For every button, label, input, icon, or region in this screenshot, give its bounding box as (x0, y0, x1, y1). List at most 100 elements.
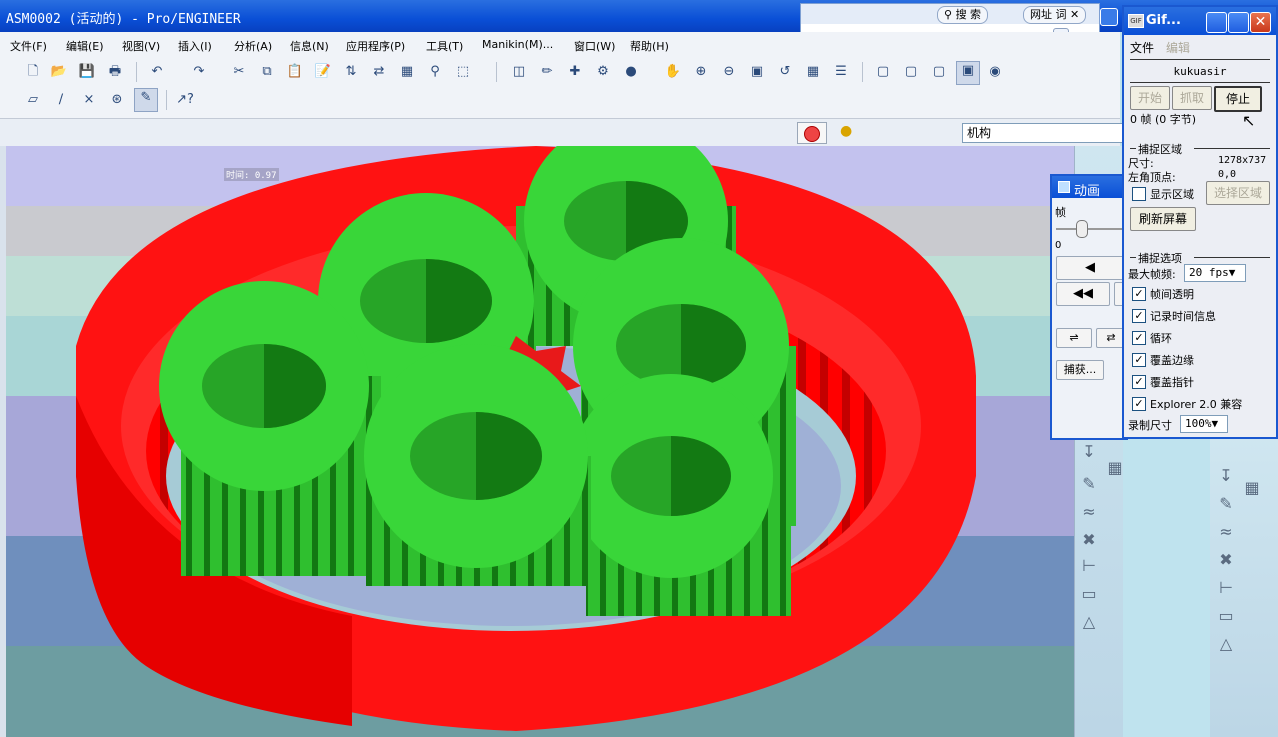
rewind-button[interactable]: ◀◀ (1056, 282, 1110, 306)
menu-applications[interactable]: 应用程序(P) (346, 38, 405, 54)
mouse-cursor-icon: ↖ (1242, 111, 1256, 130)
search-tool-icon[interactable]: ⚲ (426, 63, 444, 81)
layers-icon[interactable]: ☰ (832, 63, 850, 81)
zoom-in-icon[interactable]: ⊕ (692, 63, 710, 81)
model-display-icon[interactable]: ◉ (986, 63, 1004, 81)
wireframe-icon[interactable]: ▢ (874, 63, 892, 81)
option-checkbox-2[interactable]: ✓ (1132, 331, 1146, 345)
copy-icon[interactable]: ⧉ (258, 63, 276, 81)
datum-csys-icon[interactable]: ⊛ (108, 91, 126, 109)
no-hidden-icon[interactable]: ▢ (930, 63, 948, 81)
pan-hand-icon[interactable]: ✋ (664, 63, 682, 81)
model-tree-icon[interactable]: ▦ (398, 63, 416, 81)
menu-view[interactable]: 视图(V) (122, 38, 160, 54)
refresh-screen-button[interactable]: 刷新屏幕 (1130, 207, 1196, 231)
paste-special-icon[interactable]: 📝 (314, 63, 332, 81)
refit-icon[interactable]: ▣ (748, 63, 766, 81)
menu-edit[interactable]: 编辑(E) (66, 38, 104, 54)
frame-slider-track[interactable] (1056, 228, 1122, 230)
grid-icon[interactable]: ▦ (1242, 478, 1262, 498)
spring-icon[interactable]: ≈ (1079, 502, 1099, 522)
force-icon[interactable]: ⊢ (1216, 578, 1236, 598)
option-checkbox-4[interactable]: ✓ (1132, 375, 1146, 389)
axis-icon[interactable]: ✚ (566, 63, 584, 81)
undo-icon[interactable]: ↶ (148, 63, 166, 81)
close-button[interactable]: ✕ (1250, 12, 1271, 33)
print-icon[interactable]: 🖶 (106, 63, 124, 81)
grab-button[interactable]: 抓取 (1172, 86, 1212, 110)
url-button[interactable]: 网址 词 ✕ (1023, 6, 1087, 24)
grid-icon[interactable]: ▦ (1105, 458, 1125, 478)
mass-property-icon[interactable]: △ (1216, 634, 1236, 654)
menu-window[interactable]: 窗口(W) (574, 38, 615, 54)
gear-assembly-model (76, 146, 976, 731)
regenerate-icon[interactable]: ⇅ (342, 63, 360, 81)
minimize-button[interactable] (1206, 12, 1227, 33)
force-icon[interactable]: ⊢ (1079, 556, 1099, 576)
damper-icon[interactable]: ✖ (1079, 530, 1099, 550)
initial-condition-icon[interactable]: ▭ (1216, 606, 1236, 626)
reorient-icon[interactable]: ↺ (776, 63, 794, 81)
servo-motor-icon[interactable]: ✎ (1216, 494, 1236, 514)
search-button[interactable]: ⚲ 搜 索 (937, 6, 989, 24)
annotation-icon[interactable]: ✎ (134, 88, 158, 112)
mass-property-icon[interactable]: △ (1079, 612, 1099, 632)
play-backward-button[interactable]: ◀ (1056, 256, 1124, 280)
gravity-icon[interactable]: ↧ (1079, 442, 1099, 462)
menu-file[interactable]: 文件(F) (10, 38, 47, 54)
servo-motor-icon[interactable]: ✎ (1079, 474, 1099, 494)
start-button[interactable]: 开始 (1130, 86, 1170, 110)
close-icon[interactable]: ✕ (1070, 8, 1079, 21)
maximize-button[interactable] (1100, 8, 1118, 26)
zoom-out-icon[interactable]: ⊖ (720, 63, 738, 81)
menu-tools[interactable]: 工具(T) (426, 38, 463, 54)
regen-manager-icon[interactable]: ⇄ (370, 63, 388, 81)
gif-menu-file[interactable]: 文件 (1130, 39, 1154, 56)
spring-icon[interactable]: ≈ (1216, 522, 1236, 542)
option-checkbox-5[interactable]: ✓ (1132, 397, 1146, 411)
option-checkbox-0[interactable]: ✓ (1132, 287, 1146, 301)
sketch-icon[interactable]: ✏ (538, 63, 556, 81)
redo-icon[interactable]: ↷ (190, 63, 208, 81)
datum-plane-icon[interactable]: ▱ (24, 91, 42, 109)
stop-regen-button[interactable] (797, 122, 827, 144)
shaded-icon[interactable]: ▣ (956, 61, 980, 85)
datum-axis-icon[interactable]: ∕ (52, 91, 70, 109)
datum-point-icon[interactable]: × (80, 91, 98, 109)
new-file-icon[interactable]: 🗋 (24, 63, 42, 81)
save-icon[interactable]: 💾 (78, 63, 96, 81)
shading-icon[interactable]: ● (622, 63, 640, 81)
repeat-button[interactable]: ⇌ (1056, 328, 1092, 348)
select-box-icon[interactable]: ⬚ (454, 63, 472, 81)
capture-button[interactable]: 捕获... (1056, 360, 1104, 380)
initial-condition-icon[interactable]: ▭ (1079, 584, 1099, 604)
paste-icon[interactable]: 📋 (286, 63, 304, 81)
window-icon[interactable]: ◫ (510, 63, 528, 81)
damper-icon[interactable]: ✖ (1216, 550, 1236, 570)
hidden-line-icon[interactable]: ▢ (902, 63, 920, 81)
frame-info: 0 帧 (0 字节) (1130, 113, 1197, 126)
max-fps-select[interactable]: 20 fps▼ (1184, 264, 1246, 282)
option-checkbox-1[interactable]: ✓ (1132, 309, 1146, 323)
menu-info[interactable]: 信息(N) (290, 38, 329, 54)
menu-analysis[interactable]: 分析(A) (234, 38, 272, 54)
saved-views-icon[interactable]: ▦ (804, 63, 822, 81)
show-area-checkbox[interactable] (1132, 187, 1146, 201)
gravity-icon[interactable]: ↧ (1216, 466, 1236, 486)
select-area-button[interactable]: 选择区域 (1206, 181, 1270, 205)
menu-insert[interactable]: 插入(I) (178, 38, 212, 54)
open-folder-icon[interactable]: 📂 (50, 63, 68, 81)
menu-help[interactable]: 帮助(H) (630, 38, 669, 54)
context-help-icon[interactable]: ↗? (176, 91, 194, 109)
datum-icon[interactable]: ⚙ (594, 63, 612, 81)
record-size-select[interactable]: 100%▼ (1180, 415, 1228, 433)
frame-slider-thumb[interactable] (1076, 220, 1088, 238)
stop-button[interactable]: 停止 (1214, 86, 1262, 112)
graphics-viewport[interactable]: 时间: 0.97 (6, 146, 1110, 737)
menu-manikin[interactable]: Manikin(M)... (482, 38, 553, 51)
option-checkbox-3[interactable]: ✓ (1132, 353, 1146, 367)
maximize-button[interactable] (1228, 12, 1249, 33)
gif-menu-edit[interactable]: 编辑 (1166, 39, 1190, 56)
cut-icon[interactable]: ✂ (230, 63, 248, 81)
mechanism-selector[interactable]: 机构 (962, 123, 1128, 143)
